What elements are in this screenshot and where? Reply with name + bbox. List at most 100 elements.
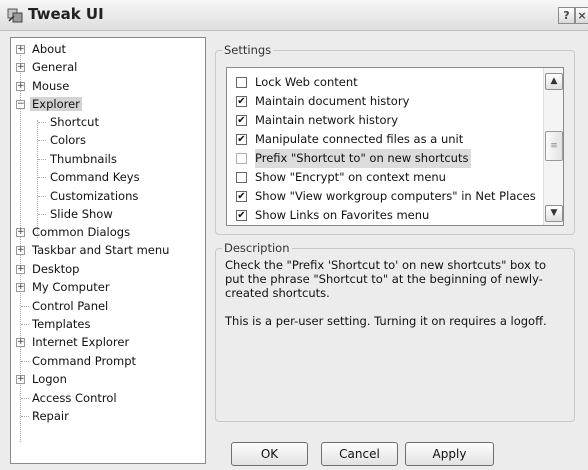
tree-item-label: About xyxy=(32,42,67,56)
tree-item-access-control[interactable]: Access Control xyxy=(32,389,117,407)
ok-button[interactable]: OK xyxy=(231,442,308,466)
setting-lock-web-content[interactable]: Lock Web content xyxy=(227,73,543,92)
tree-item-thumbnails[interactable]: Thumbnails xyxy=(50,150,117,168)
checkbox[interactable]: ✔ xyxy=(236,210,247,221)
tree-connector xyxy=(38,177,46,178)
tree-item-label: Templates xyxy=(32,317,91,331)
setting-show-encrypt[interactable]: Show "Encrypt" on context menu xyxy=(227,168,543,187)
tree-item-label: Repair xyxy=(32,409,69,423)
setting-show-links-favorites[interactable]: ✔ Show Links on Favorites menu xyxy=(227,206,543,225)
tree-item-label: Logon xyxy=(32,372,67,386)
tree-item-label: Access Control xyxy=(32,391,117,405)
expand-icon[interactable]: + xyxy=(16,375,25,384)
close-button[interactable]: × xyxy=(575,7,588,24)
checkbox[interactable]: ✔ xyxy=(236,191,247,202)
tree-item-explorer[interactable]: − Explorer xyxy=(14,95,82,113)
setting-maintain-document-history[interactable]: ✔ Maintain document history xyxy=(227,92,543,111)
tree-item-common-dialogs[interactable]: + Common Dialogs xyxy=(14,223,130,241)
tree-item-label: My Computer xyxy=(32,280,110,294)
expand-icon[interactable]: + xyxy=(16,283,25,292)
tree-connector xyxy=(21,398,29,399)
tree-item-label: General xyxy=(32,60,78,74)
expand-icon[interactable]: + xyxy=(16,82,25,91)
tree-connector xyxy=(38,196,46,197)
tree-item-taskbar[interactable]: + Taskbar and Start menu xyxy=(14,241,169,259)
description-legend: Description xyxy=(222,241,292,255)
tree-connector xyxy=(37,120,38,238)
tree-item-label: Mouse xyxy=(32,79,70,93)
tree-item-shortcut[interactable]: Shortcut xyxy=(50,113,99,131)
category-tree[interactable]: + About + General + Mouse − Explorer Sho… xyxy=(10,37,206,464)
tree-item-label: Colors xyxy=(50,133,87,147)
tree-connector xyxy=(21,361,29,362)
checkbox[interactable] xyxy=(236,77,247,88)
expand-icon[interactable]: + xyxy=(16,45,25,54)
checkbox[interactable] xyxy=(236,153,247,164)
tree-item-label: Control Panel xyxy=(32,299,109,313)
checkbox[interactable]: ✔ xyxy=(236,134,247,145)
tree-item-label: Customizations xyxy=(50,189,139,203)
settings-scrollbar[interactable]: ▲ ≡ ▼ xyxy=(543,68,563,225)
tree-item-colors[interactable]: Colors xyxy=(50,131,86,149)
tree-item-desktop[interactable]: + Desktop xyxy=(14,260,79,278)
checkbox[interactable]: ✔ xyxy=(236,96,247,107)
tree-item-logon[interactable]: + Logon xyxy=(14,370,67,388)
tree-item-label: Command Keys xyxy=(50,170,140,184)
setting-label: Maintain network history xyxy=(255,113,399,127)
apply-button[interactable]: Apply xyxy=(405,442,494,466)
setting-label: Manipulate connected files as a unit xyxy=(255,132,464,146)
setting-label: Lock Web content xyxy=(255,75,358,89)
tree-item-general[interactable]: + General xyxy=(14,58,77,76)
setting-label: Show "Encrypt" on context menu xyxy=(255,170,446,184)
expand-icon[interactable]: + xyxy=(16,246,25,255)
tree-item-repair[interactable]: Repair xyxy=(32,407,69,425)
app-icon xyxy=(7,8,23,23)
tree-item-about[interactable]: + About xyxy=(14,40,66,58)
setting-label: Show "View workgroup computers" in Net P… xyxy=(255,189,536,203)
expand-icon[interactable]: + xyxy=(16,338,25,347)
setting-label: Maintain document history xyxy=(255,94,410,108)
tree-item-label: Command Prompt xyxy=(32,354,137,368)
checkbox[interactable]: ✔ xyxy=(236,115,247,126)
expand-icon[interactable]: + xyxy=(16,228,25,237)
tree-connector xyxy=(21,324,29,325)
tree-item-label: Taskbar and Start menu xyxy=(32,243,170,257)
setting-show-view-workgroup[interactable]: ✔ Show "View workgroup computers" in Net… xyxy=(227,187,543,206)
tree-item-label: Desktop xyxy=(32,262,80,276)
scroll-down-button[interactable]: ▼ xyxy=(545,205,563,222)
setting-maintain-network-history[interactable]: ✔ Maintain network history xyxy=(227,111,543,130)
help-button[interactable]: ? xyxy=(558,7,575,24)
setting-label: Show Links on Favorites menu xyxy=(255,208,430,222)
tree-item-slide-show[interactable]: Slide Show xyxy=(50,205,113,223)
scroll-up-button[interactable]: ▲ xyxy=(545,73,563,90)
tree-connector xyxy=(21,416,29,417)
tree-connector xyxy=(21,306,29,307)
tree-item-command-keys[interactable]: Command Keys xyxy=(50,168,140,186)
cancel-button[interactable]: Cancel xyxy=(321,442,398,466)
collapse-icon[interactable]: − xyxy=(16,100,25,109)
expand-icon[interactable]: + xyxy=(16,63,25,72)
tree-item-internet-explorer[interactable]: + Internet Explorer xyxy=(14,333,129,351)
tree-connector xyxy=(38,122,46,123)
tree-item-label: Common Dialogs xyxy=(32,225,131,239)
checkbox[interactable] xyxy=(236,172,247,183)
title-bar[interactable]: Tweak UI ? × xyxy=(0,0,588,31)
settings-list[interactable]: Lock Web content ✔ Maintain document his… xyxy=(226,67,564,226)
setting-prefix-shortcut-to[interactable]: Prefix "Shortcut to" on new shortcuts xyxy=(227,149,543,168)
tree-connector xyxy=(38,214,46,215)
tree-item-control-panel[interactable]: Control Panel xyxy=(32,297,108,315)
tree-connector xyxy=(38,140,46,141)
window-title: Tweak UI xyxy=(28,5,104,23)
expand-icon[interactable]: + xyxy=(16,265,25,274)
settings-legend: Settings xyxy=(222,43,274,57)
tree-item-command-prompt[interactable]: Command Prompt xyxy=(32,352,136,370)
tree-item-my-computer[interactable]: + My Computer xyxy=(14,278,110,296)
tree-item-customizations[interactable]: Customizations xyxy=(50,187,138,205)
tree-item-label: Internet Explorer xyxy=(32,335,130,349)
setting-manipulate-connected-files[interactable]: ✔ Manipulate connected files as a unit xyxy=(227,130,543,149)
tree-item-mouse[interactable]: + Mouse xyxy=(14,77,69,95)
scroll-thumb[interactable]: ≡ xyxy=(545,131,563,161)
tree-connector xyxy=(38,159,46,160)
tree-item-templates[interactable]: Templates xyxy=(32,315,90,333)
tree-item-label: Slide Show xyxy=(50,207,113,221)
